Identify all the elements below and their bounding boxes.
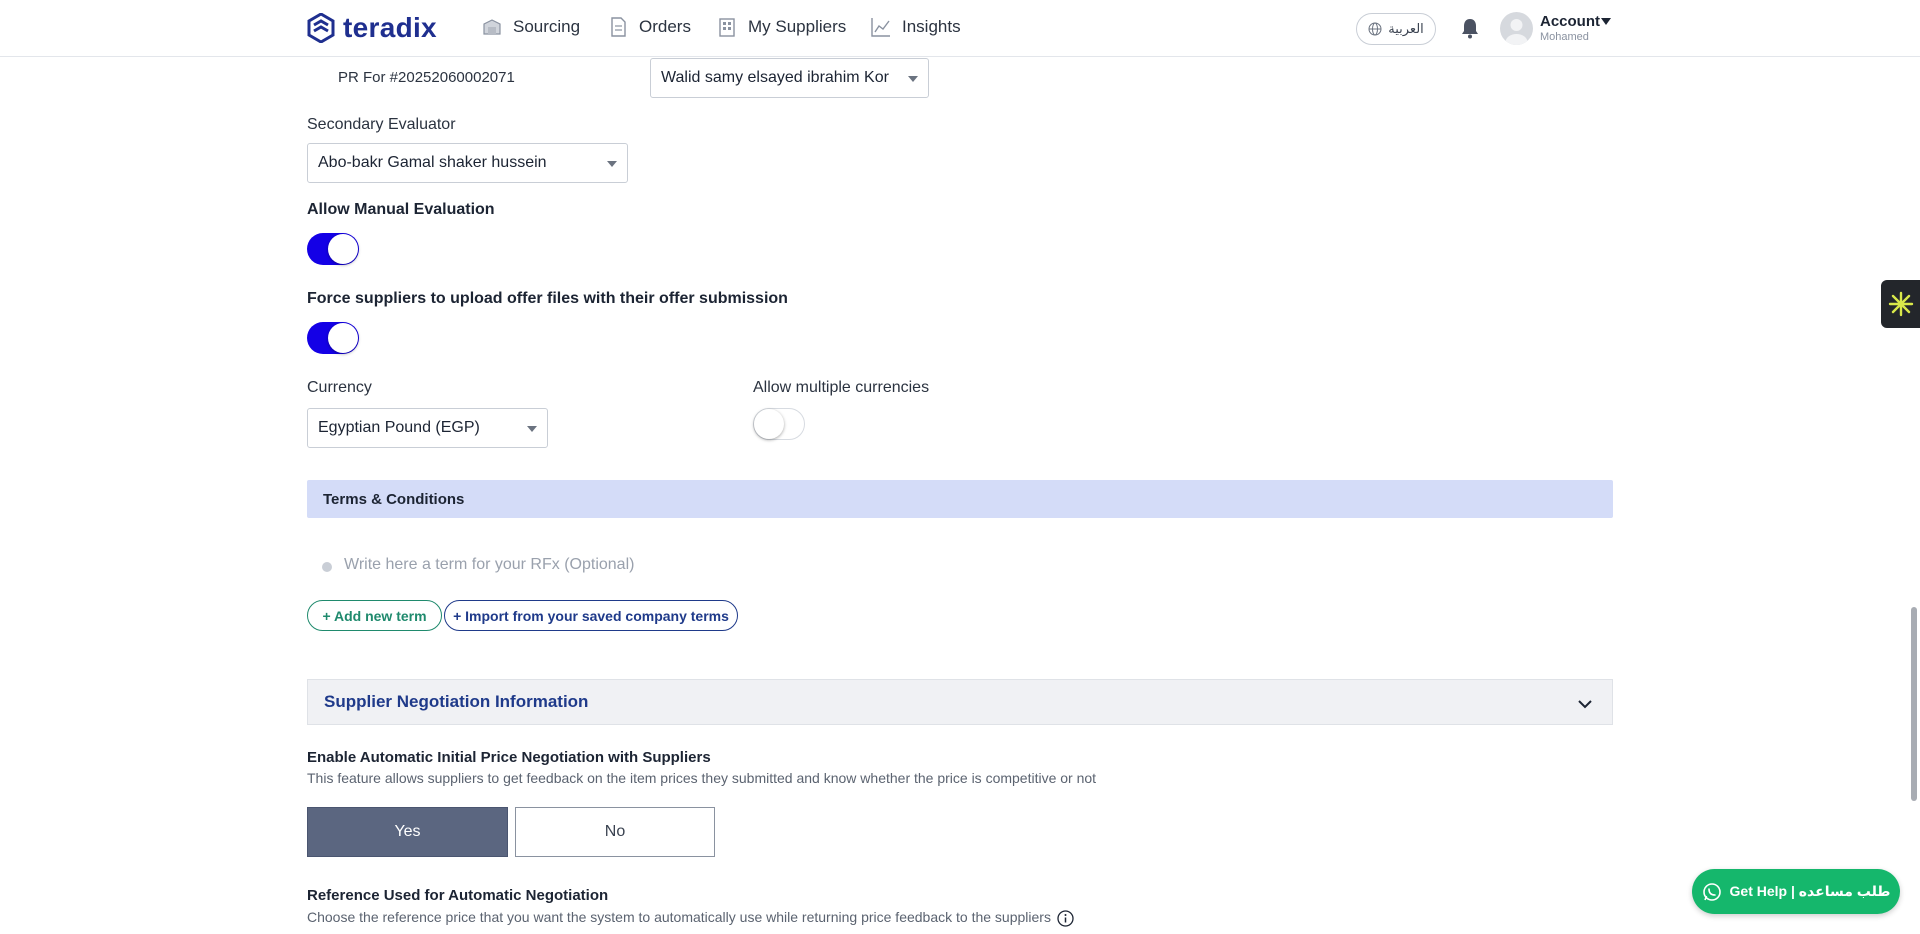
no-label: No (604, 823, 626, 840)
account-label: Account (1540, 13, 1600, 30)
allow-manual-evaluation-toggle[interactable] (307, 233, 359, 265)
nav-insights[interactable]: Insights (870, 16, 961, 38)
currency-select[interactable]: Egyptian Pound (EGP) (307, 408, 548, 448)
reference-negotiation-text: Choose the reference price that you want… (307, 909, 1051, 925)
terms-section-header: Terms & Conditions (307, 480, 1613, 518)
notification-bell-icon[interactable] (1458, 16, 1482, 40)
avatar[interactable] (1500, 12, 1533, 45)
terms-section-title: Terms & Conditions (323, 490, 465, 508)
page-scrollbar[interactable] (1911, 607, 1917, 801)
get-help-button[interactable]: Get Help | طلب مساعده (1692, 869, 1900, 914)
get-help-label: Get Help | طلب مساعده (1729, 883, 1891, 899)
chevron-down-icon (908, 76, 918, 82)
top-navigation: teradix Sourcing Orders My Suppliers Ins… (0, 0, 1920, 57)
toggle-knob (328, 323, 358, 353)
nav-orders[interactable]: Orders (607, 16, 691, 38)
add-new-term-button[interactable]: + Add new term (307, 600, 442, 631)
nav-orders-label: Orders (639, 17, 691, 36)
info-icon[interactable] (1057, 910, 1074, 927)
allow-multiple-currencies-label: Allow multiple currencies (753, 379, 930, 396)
account-username: Mohamed (1540, 31, 1589, 43)
supplier-negotiation-accordion[interactable]: Supplier Negotiation Information (307, 679, 1613, 725)
bullet-icon (322, 562, 332, 572)
force-upload-label: Force suppliers to upload offer files wi… (307, 290, 788, 307)
chevron-down-icon (527, 426, 537, 432)
language-label: العربية (1388, 21, 1424, 36)
currency-label: Currency (307, 379, 372, 396)
auto-negotiation-label: Enable Automatic Initial Price Negotiati… (307, 749, 711, 766)
sourcing-icon (483, 19, 501, 35)
nav-my-suppliers[interactable]: My Suppliers (716, 16, 846, 38)
user-avatar-icon (1505, 19, 1528, 45)
nav-sourcing-label: Sourcing (513, 17, 581, 36)
yes-label: Yes (394, 823, 421, 840)
globe-icon (1368, 22, 1382, 36)
pr-evaluator-select[interactable]: Walid samy elsayed ibrahim Kor (650, 58, 929, 98)
allow-multiple-currencies-toggle[interactable] (753, 408, 805, 440)
import-terms-button[interactable]: + Import from your saved company terms (444, 600, 738, 631)
allow-manual-evaluation-label: Allow Manual Evaluation (307, 201, 495, 218)
supplier-negotiation-title: Supplier Negotiation Information (324, 692, 589, 711)
auto-negotiation-no-button[interactable]: No (515, 807, 715, 857)
suppliers-icon (719, 18, 735, 37)
auto-negotiation-yes-button[interactable]: Yes (307, 807, 508, 857)
import-terms-label: + Import from your saved company terms (453, 607, 729, 624)
toggle-knob (328, 234, 358, 264)
add-new-term-label: + Add new term (322, 607, 427, 624)
orders-icon (611, 17, 626, 37)
chevron-down-icon (607, 161, 617, 167)
auto-negotiation-description: This feature allows suppliers to get fee… (307, 770, 1097, 786)
chevron-down-icon (1578, 700, 1592, 709)
pr-evaluator-label: PR For #20252060002071 (338, 69, 515, 86)
reference-negotiation-description: Choose the reference price that you want… (307, 909, 1074, 927)
nav-sourcing[interactable]: Sourcing (481, 16, 580, 38)
currency-value: Egyptian Pound (EGP) (318, 419, 480, 436)
force-upload-toggle[interactable] (307, 322, 359, 354)
toggle-knob (754, 409, 784, 439)
side-feedback-widget[interactable] (1881, 280, 1920, 328)
term-input[interactable]: Write here a term for your RFx (Optional… (344, 556, 634, 574)
teradix-logo-icon (307, 13, 335, 43)
nav-insights-label: Insights (902, 17, 961, 36)
reference-negotiation-label: Reference Used for Automatic Negotiation (307, 887, 609, 904)
nav-my-suppliers-label: My Suppliers (748, 17, 847, 36)
sparkle-icon (1888, 291, 1913, 317)
teradix-logo[interactable]: teradix (307, 12, 437, 44)
logo-text: teradix (343, 12, 437, 43)
account-menu[interactable]: Account Mohamed (1540, 13, 1600, 43)
language-switch-button[interactable]: العربية (1356, 13, 1436, 45)
term-row: Write here a term for your RFx (Optional… (322, 556, 634, 574)
secondary-evaluator-select[interactable]: Abo-bakr Gamal shaker hussein (307, 143, 628, 183)
whatsapp-icon (1702, 882, 1721, 901)
insights-icon (871, 18, 890, 37)
secondary-evaluator-label: Secondary Evaluator (307, 116, 456, 133)
account-chevron-down-icon[interactable] (1601, 18, 1611, 25)
pr-evaluator-value: Walid samy elsayed ibrahim Kor (661, 69, 889, 86)
secondary-evaluator-value: Abo-bakr Gamal shaker hussein (318, 154, 547, 171)
